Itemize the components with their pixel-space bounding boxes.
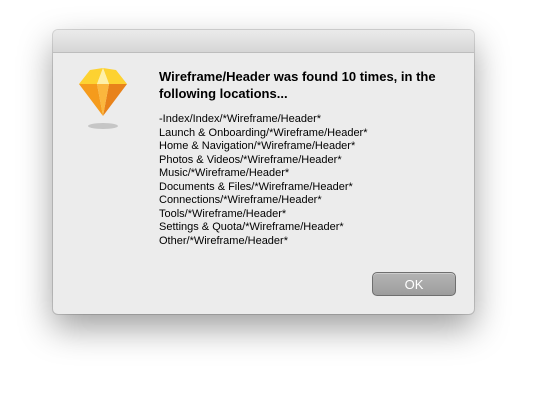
list-item: Home & Navigation/*Wireframe/Header* <box>159 140 356 152</box>
alert-dialog: Wireframe/Header was found 10 times, in … <box>53 30 474 314</box>
ok-button[interactable]: OK <box>372 272 456 296</box>
list-item: Settings & Quota/*Wireframe/Header* <box>159 221 344 233</box>
list-item: Music/*Wireframe/Header* <box>159 167 290 179</box>
list-item: Documents & Files/*Wireframe/Header* <box>159 180 353 193</box>
list-item: Connections/*Wireframe/Header* <box>159 194 322 206</box>
list-item: Tools/*Wireframe/Header* <box>159 207 287 220</box>
list-item: -Index/Index/*Wireframe/Header* <box>159 113 322 125</box>
sketch-diamond-icon <box>77 66 129 132</box>
alert-content: Wireframe/Header was found 10 times, in … <box>159 68 459 248</box>
list-item: Launch & Onboarding/*Wireframe/Header* <box>159 126 368 139</box>
alert-headline: Wireframe/Header was found 10 times, in … <box>159 69 436 101</box>
list-item: Other/*Wireframe/Header* <box>159 234 288 247</box>
locations-list: -Index/Index/*Wireframe/Header* Launch &… <box>159 113 459 248</box>
title-bar[interactable] <box>53 30 474 53</box>
list-item: Photos & Videos/*Wireframe/Header* <box>159 153 342 166</box>
